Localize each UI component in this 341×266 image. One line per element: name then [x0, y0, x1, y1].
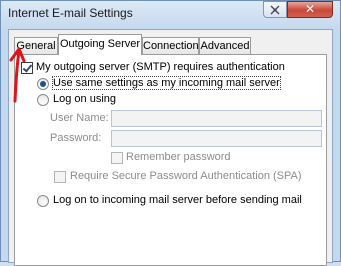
help-icon: [270, 5, 280, 15]
smtp-auth-label: My outgoing server (SMTP) requires authe…: [36, 61, 285, 73]
log-on-using-label: Log on using: [53, 93, 116, 105]
close-icon: ✕: [304, 2, 316, 16]
remember-password-label: Remember password: [126, 151, 231, 163]
tab-outgoing-server[interactable]: Outgoing Server: [58, 34, 142, 55]
title-bar[interactable]: Internet E-mail Settings ✕: [1, 1, 340, 29]
log-on-incoming-radio[interactable]: [37, 195, 49, 207]
log-on-incoming-label: Log on to incoming mail server before se…: [53, 194, 302, 206]
user-name-field[interactable]: [111, 110, 322, 127]
tab-outgoing-server-label: Outgoing Server: [59, 38, 141, 50]
tab-advanced-label: Advanced: [200, 40, 250, 52]
tab-connection-label: Connection: [143, 40, 199, 52]
use-same-settings-label: Use same settings as my incoming mail se…: [52, 76, 281, 90]
tab-connection[interactable]: Connection: [142, 37, 199, 54]
use-same-settings-radio[interactable]: [37, 78, 49, 90]
password-field[interactable]: [111, 130, 322, 147]
user-name-label: User Name:: [50, 112, 109, 124]
spa-checkbox[interactable]: [54, 171, 66, 183]
outgoing-server-panel: My outgoing server (SMTP) requires authe…: [14, 54, 327, 266]
help-button[interactable]: [263, 1, 287, 18]
remember-password-checkbox[interactable]: [111, 152, 123, 164]
tab-advanced[interactable]: Advanced: [199, 37, 251, 54]
dialog-client-area: General Outgoing Server Connection Advan…: [8, 29, 333, 266]
password-label: Password:: [50, 132, 102, 144]
spa-label: Require Secure Password Authentication (…: [70, 170, 302, 182]
close-button[interactable]: ✕: [287, 1, 333, 18]
window-title: Internet E-mail Settings: [8, 6, 133, 20]
annotation-arrow-icon: [9, 47, 26, 103]
log-on-using-radio[interactable]: [37, 94, 49, 106]
email-settings-window: Internet E-mail Settings ✕ General Outgo…: [0, 0, 341, 266]
